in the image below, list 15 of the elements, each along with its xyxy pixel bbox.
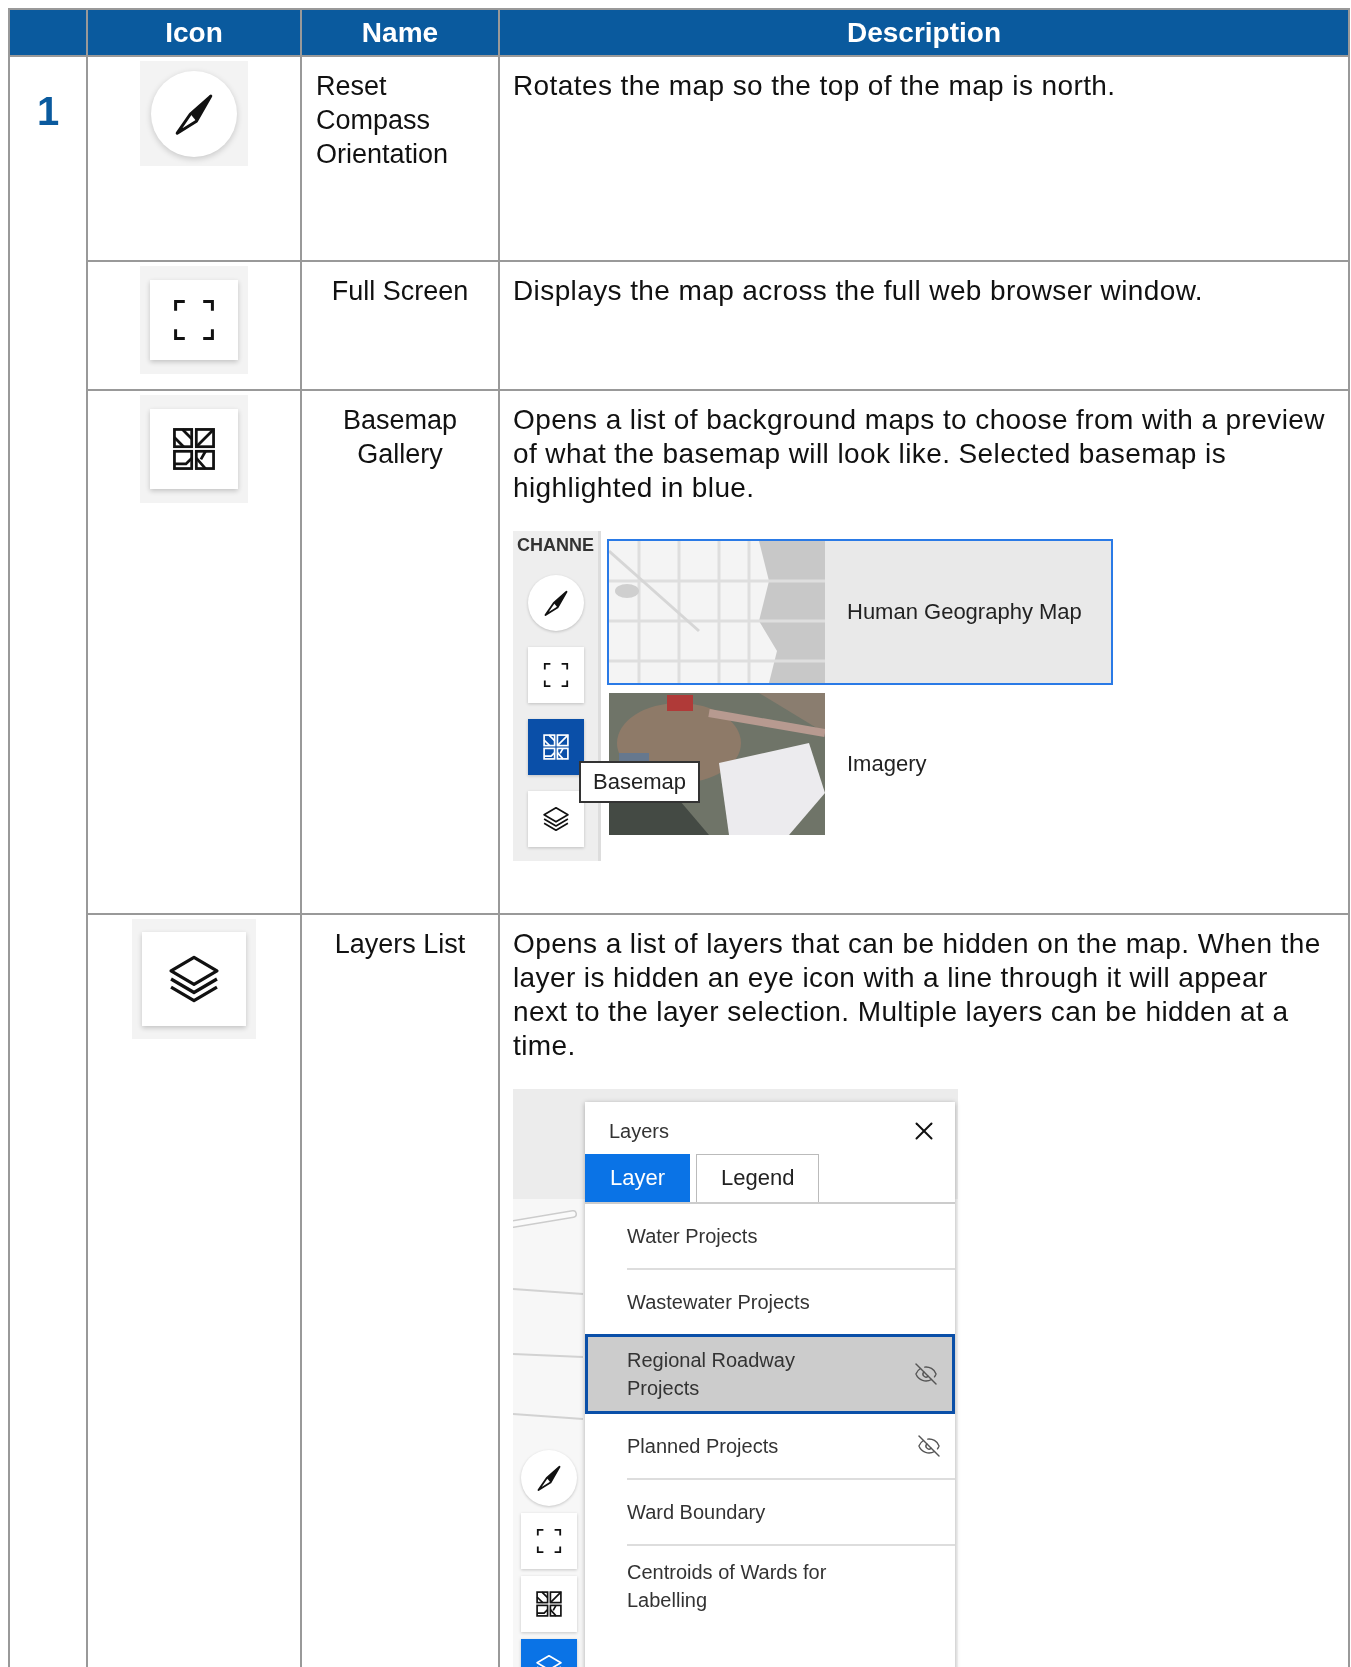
tool-description: Displays the map across the full web browser window. xyxy=(513,274,1204,308)
tool-name: Layers List xyxy=(334,928,466,961)
map-label: CHANNE xyxy=(517,534,594,557)
section-number: 1 xyxy=(36,89,60,135)
tool-name: Reset Compass Orientation xyxy=(316,70,450,171)
tool-description: Rotates the map so the top of the map is north. xyxy=(513,69,1117,103)
tool-name: Full Screen xyxy=(331,275,469,308)
tool-description: Opens a list of layers that can be hidden on the map. When the layer is hidden an eye icon with a line through it will appear next to the layer selection. Multiple layers can be hidden at a time. xyxy=(513,927,1322,1063)
tooltip: Basemap xyxy=(579,761,700,803)
column-header: Name xyxy=(302,10,500,57)
panel-title: Layers xyxy=(609,1119,670,1143)
column-header: Description xyxy=(500,10,1350,57)
tool-description: Opens a list of background maps to choose from with a preview of what the basemap will look like. Selected basemap is highlighted in blue. xyxy=(513,403,1326,505)
column-header: Icon xyxy=(88,10,302,57)
tool-name: Basemap Gallery xyxy=(341,404,459,471)
